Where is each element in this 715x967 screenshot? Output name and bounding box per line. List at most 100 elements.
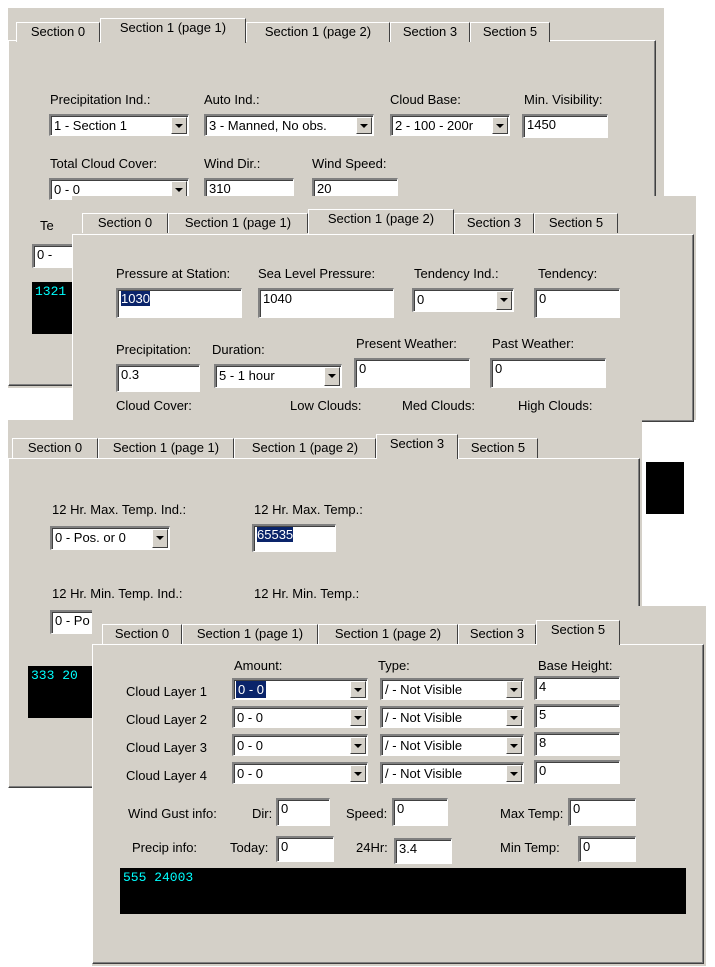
dropdown-arrow-icon[interactable] <box>171 117 187 134</box>
max-temp-ind-label: 12 Hr. Max. Temp. Ind.: <box>52 502 187 517</box>
tab-section-1-page-2[interactable]: Section 1 (page 2) <box>318 624 458 644</box>
tab-section-1-page-2[interactable]: Section 1 (page 2) <box>308 209 454 234</box>
precipitation-ind-select[interactable]: 1 - Section 1 <box>49 114 189 136</box>
cloud-layer-1-type-value: / - Not Visible <box>385 682 463 697</box>
hr24-label: 24Hr: <box>356 840 388 855</box>
min-temp-label: 12 Hr. Min. Temp.: <box>254 586 360 601</box>
duration-label: Duration: <box>212 342 265 357</box>
cloud-layer-1-amount-select[interactable]: 0 - 0 <box>232 678 368 700</box>
past-weather-label: Past Weather: <box>492 336 575 351</box>
tab-section-5[interactable]: Section 5 <box>534 213 618 233</box>
tab-section-5[interactable]: Section 5 <box>536 620 620 645</box>
duration-select[interactable]: 5 - 1 hour <box>214 364 342 388</box>
cloud-layer-3-amount-select[interactable]: 0 - 0 <box>232 734 368 756</box>
pressure-station-input[interactable]: 1030 <box>116 288 242 318</box>
type-label: Type: <box>378 658 410 673</box>
cloud-layer-3-type-select[interactable]: / - Not Visible <box>380 734 524 756</box>
max-temp-ind-select[interactable]: 0 - Pos. or 0 <box>50 526 170 550</box>
high-clouds-label: High Clouds: <box>518 398 593 413</box>
tab-section-0[interactable]: Section 0 <box>12 438 98 458</box>
tab-section-1-page-2[interactable]: Section 1 (page 2) <box>234 438 376 458</box>
tab-section-3[interactable]: Section 3 <box>376 434 458 459</box>
panel-frame <box>72 234 694 422</box>
tendency-ind-select[interactable]: 0 <box>412 288 514 312</box>
cloud-layer-1-type-select[interactable]: / - Not Visible <box>380 678 524 700</box>
past-weather-input[interactable]: 0 <box>490 358 606 388</box>
precipitation-ind-value: 1 - Section 1 <box>54 118 127 133</box>
min-temp-input[interactable]: 0 <box>578 836 636 862</box>
cloud-layer-4-height-input[interactable]: 0 <box>534 760 620 784</box>
cloud-base-label: Cloud Base: <box>390 92 461 107</box>
tab-section-5[interactable]: Section 5 <box>470 22 550 42</box>
dropdown-arrow-icon[interactable] <box>350 709 366 726</box>
today-label: Today: <box>230 840 269 855</box>
tab-section-0[interactable]: Section 0 <box>102 624 182 644</box>
dropdown-arrow-icon[interactable] <box>506 765 522 782</box>
tab-section-1-page-1[interactable]: Section 1 (page 1) <box>182 624 318 644</box>
cloud-layer-1-label: Cloud Layer 1 <box>126 684 207 699</box>
tab-section-1-page-1[interactable]: Section 1 (page 1) <box>100 18 246 43</box>
precip-info-label: Precip info: <box>132 840 198 855</box>
amount-label: Amount: <box>234 658 283 673</box>
tendency-input[interactable]: 0 <box>534 288 620 318</box>
cloud-layer-2-height-input[interactable]: 5 <box>534 704 620 728</box>
dropdown-arrow-icon[interactable] <box>356 117 372 134</box>
tab-section-1-page-1[interactable]: Section 1 (page 1) <box>98 438 234 458</box>
dropdown-arrow-icon[interactable] <box>492 117 508 134</box>
dropdown-arrow-icon[interactable] <box>350 737 366 754</box>
cloud-layer-3-amount-value: 0 - 0 <box>237 738 264 753</box>
cloud-layer-2-type-select[interactable]: / - Not Visible <box>380 706 524 728</box>
wind-gust-info-label: Wind Gust info: <box>128 806 217 821</box>
sea-level-pressure-label: Sea Level Pressure: <box>258 266 376 281</box>
dropdown-arrow-icon[interactable] <box>506 681 522 698</box>
dropdown-arrow-icon[interactable] <box>350 765 366 782</box>
tab-section-3[interactable]: Section 3 <box>390 22 470 42</box>
cloud-layer-4-amount-select[interactable]: 0 - 0 <box>232 762 368 784</box>
min-temp-ind-label: 12 Hr. Min. Temp. Ind.: <box>52 586 183 601</box>
sea-level-pressure-input[interactable]: 1040 <box>258 288 394 318</box>
tab-section-3[interactable]: Section 3 <box>458 624 536 644</box>
auto-ind-select[interactable]: 3 - Manned, No obs. <box>204 114 374 136</box>
dropdown-arrow-icon[interactable] <box>324 367 340 386</box>
gust-speed-input[interactable]: 0 <box>392 798 448 826</box>
max-temp-label: Max Temp: <box>500 806 564 821</box>
encoded-output-terminal: 555 24003 <box>120 868 686 914</box>
present-weather-input[interactable]: 0 <box>354 358 470 388</box>
dropdown-arrow-icon[interactable] <box>496 291 512 310</box>
cloud-layer-4-type-select[interactable]: / - Not Visible <box>380 762 524 784</box>
tab-section-5[interactable]: Section 5 <box>458 438 538 458</box>
cloud-layer-1-height-input[interactable]: 4 <box>534 676 620 700</box>
dropdown-arrow-icon[interactable] <box>506 737 522 754</box>
min-visibility-label: Min. Visibility: <box>524 92 603 107</box>
cloud-layer-2-amount-select[interactable]: 0 - 0 <box>232 706 368 728</box>
cloud-layer-3-height-input[interactable]: 8 <box>534 732 620 756</box>
today-input[interactable]: 0 <box>276 836 334 862</box>
min-visibility-input[interactable]: 1450 <box>522 114 608 138</box>
tab-section-1-page-1[interactable]: Section 1 (page 1) <box>168 213 308 233</box>
cloud-layer-2-type-value: / - Not Visible <box>385 710 463 725</box>
cloud-base-select[interactable]: 2 - 100 - 200r <box>390 114 510 136</box>
precipitation-label: Precipitation: <box>116 342 192 357</box>
wind-dir-label: Wind Dir.: <box>204 156 261 171</box>
tendency-ind-value: 0 <box>417 292 425 307</box>
hr24-input[interactable]: 3.4 <box>394 838 452 864</box>
cloud-base-value: 2 - 100 - 200r <box>395 118 474 133</box>
dropdown-arrow-icon[interactable] <box>350 681 366 698</box>
present-weather-label: Present Weather: <box>356 336 457 351</box>
auto-ind-label: Auto Ind.: <box>204 92 260 107</box>
max-temp-input[interactable]: 0 <box>568 798 636 826</box>
gust-dir-input[interactable]: 0 <box>276 798 330 826</box>
tab-section-1-page-2[interactable]: Section 1 (page 2) <box>246 22 390 42</box>
dropdown-arrow-icon[interactable] <box>506 709 522 726</box>
cloud-layer-4-label: Cloud Layer 4 <box>126 768 207 783</box>
dropdown-arrow-icon[interactable] <box>152 529 168 548</box>
tab-section-3[interactable]: Section 3 <box>454 213 534 233</box>
precipitation-input[interactable]: 0.3 <box>116 364 200 392</box>
cloud-layer-2-label: Cloud Layer 2 <box>126 712 207 727</box>
cloud-layer-1-amount-value: 0 - 0 <box>236 681 267 698</box>
tab-section-0[interactable]: Section 0 <box>82 213 168 233</box>
tab-section-0[interactable]: Section 0 <box>16 22 100 42</box>
total-cloud-cover-label: Total Cloud Cover: <box>50 156 157 171</box>
max-temp-input[interactable]: 65535 <box>252 524 336 552</box>
auto-ind-value: 3 - Manned, No obs. <box>209 118 327 133</box>
